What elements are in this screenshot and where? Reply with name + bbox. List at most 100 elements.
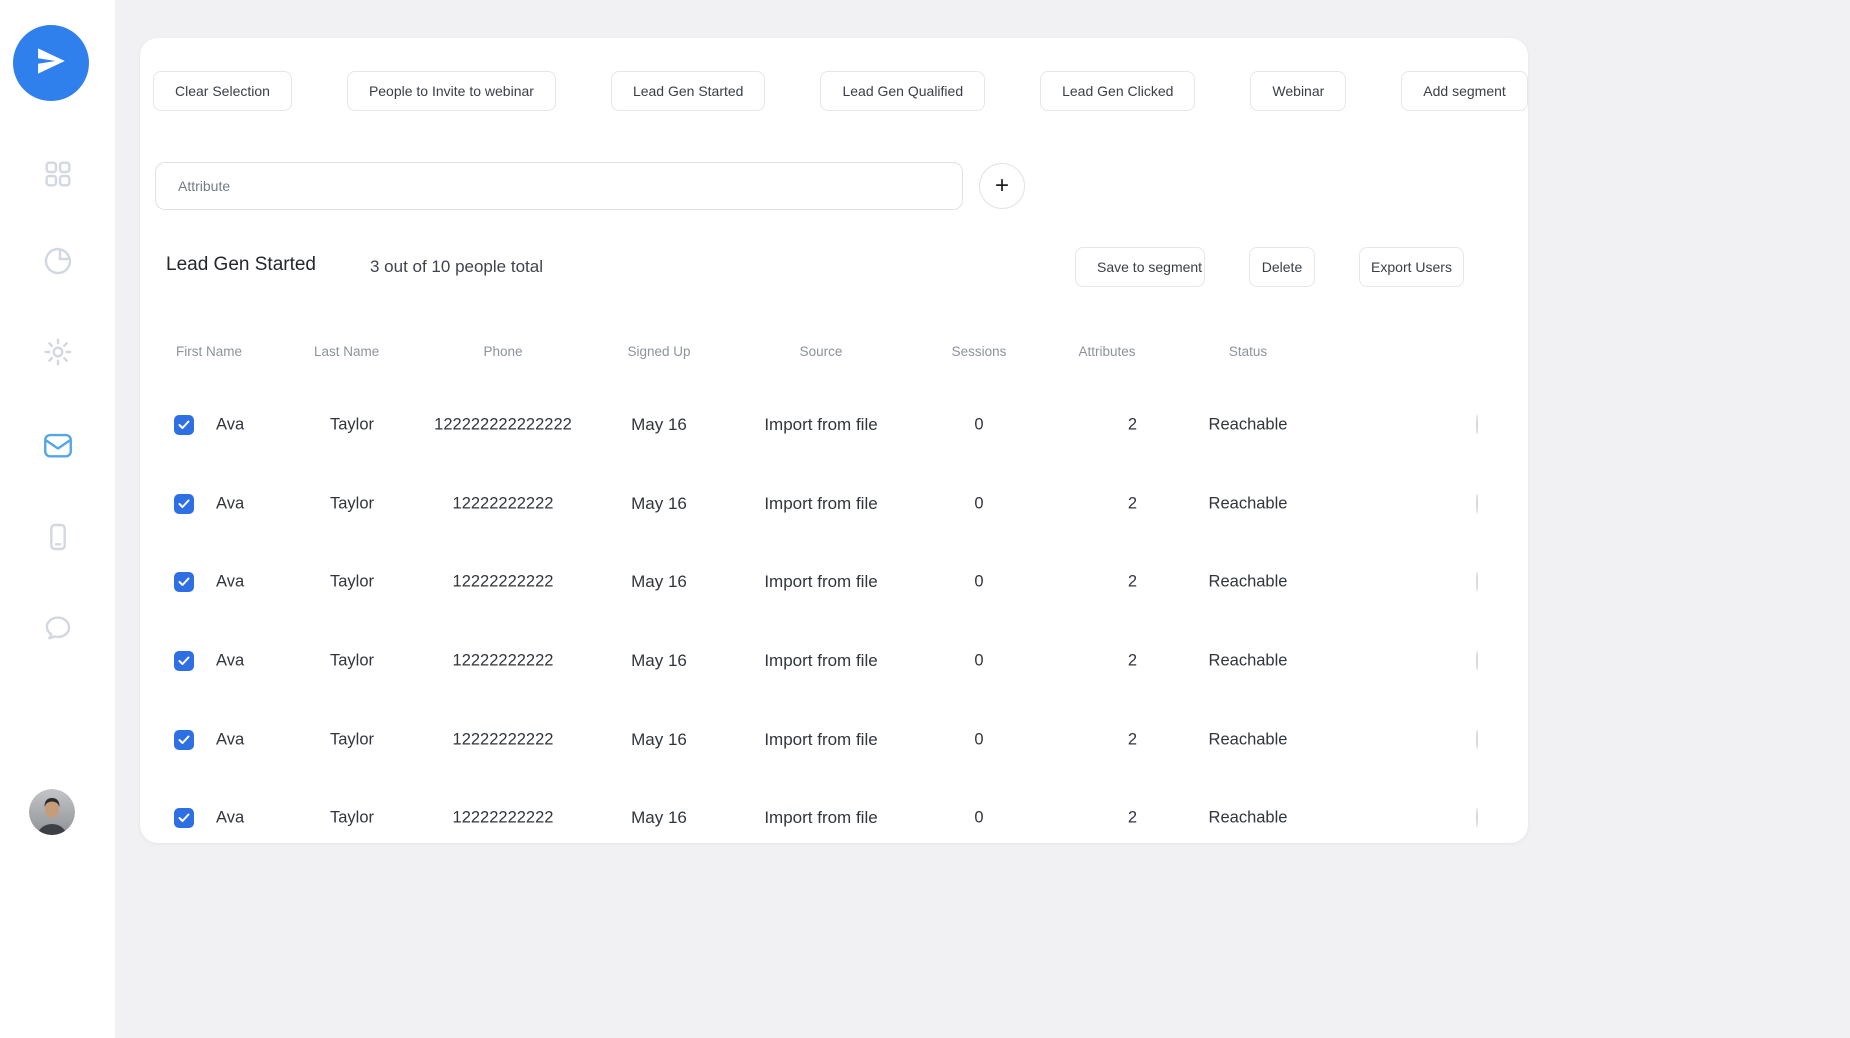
cell-last-name: Taylor [330,416,374,435]
column-header-sessions: Sessions [952,344,1007,359]
cell-status: Reachable [1209,416,1288,435]
add-filter-button[interactable]: + [979,163,1025,209]
column-header-status: Status [1229,344,1267,359]
sidebar-item-mobile[interactable] [40,521,76,557]
mail-icon [41,428,75,467]
row-checkbox[interactable] [174,494,194,514]
cell-first-name: Ava [216,416,244,435]
cell-attributes: 2 [1128,573,1137,592]
cell-first-name: Ava [216,730,244,749]
settings-gear-icon [42,336,74,373]
row-select-radio[interactable] [1476,415,1478,435]
segment-lead-gen-clicked-button[interactable]: Lead Gen Clicked [1040,71,1195,111]
cell-first-name: Ava [216,494,244,513]
delete-button[interactable]: Delete [1249,247,1315,287]
cell-sessions: 0 [974,809,983,828]
cell-signed-up: May 16 [631,808,687,828]
cell-last-name: Taylor [330,573,374,592]
cell-source: Import from file [764,494,877,514]
segment-people-to-invite-button[interactable]: People to Invite to webinar [347,71,556,111]
sidebar-item-messages-active[interactable] [40,429,76,465]
pie-chart-icon [42,245,74,282]
app-logo[interactable] [13,25,89,101]
row-select-radio[interactable] [1476,651,1478,671]
send-icon [33,43,69,84]
table-row: Ava Taylor 12222222222 May 16 Import fro… [140,543,1528,622]
cell-sessions: 0 [974,494,983,513]
cell-source: Import from file [764,572,877,592]
segment-lead-gen-qualified-button[interactable]: Lead Gen Qualified [820,71,985,111]
cell-attributes: 2 [1128,809,1137,828]
sidebar-item-settings[interactable] [40,336,76,372]
segment-webinar-button[interactable]: Webinar [1250,71,1346,111]
phone-icon [42,521,74,558]
cell-sessions: 0 [974,573,983,592]
column-header-signed-up: Signed Up [627,344,690,359]
cell-status: Reachable [1209,573,1288,592]
segment-lead-gen-started-button[interactable]: Lead Gen Started [611,71,766,111]
cell-phone: 12222222222 [453,494,554,513]
cell-first-name: Ava [216,652,244,671]
sidebar-item-chat[interactable] [40,612,76,648]
cell-signed-up: May 16 [631,730,687,750]
row-checkbox[interactable] [174,415,194,435]
user-avatar[interactable] [29,789,75,835]
row-select-radio[interactable] [1476,729,1478,749]
table-row: Ava Taylor 12222222222 May 16 Import fro… [140,465,1528,544]
table-body: Ava Taylor 122222222222222 May 16 Import… [140,386,1528,843]
row-checkbox[interactable] [174,808,194,828]
cell-phone: 12222222222 [453,573,554,592]
cell-first-name: Ava [216,573,244,592]
cell-signed-up: May 16 [631,494,687,514]
column-header-phone: Phone [483,344,522,359]
cell-source: Import from file [764,730,877,750]
column-header-attributes: Attributes [1078,344,1135,359]
cell-attributes: 2 [1128,494,1137,513]
row-select-radio[interactable] [1476,808,1478,828]
row-select-radio[interactable] [1476,572,1478,592]
table-row: Ava Taylor 12222222222 May 16 Import fro… [140,779,1528,843]
cell-sessions: 0 [974,416,983,435]
cell-last-name: Taylor [330,652,374,671]
sidebar-item-dashboard[interactable] [40,158,76,194]
cell-last-name: Taylor [330,730,374,749]
cell-signed-up: May 16 [631,651,687,671]
sidebar-item-analytics[interactable] [40,245,76,281]
cell-phone: 12222222222 [453,652,554,671]
clear-selection-button[interactable]: Clear Selection [153,71,292,111]
cell-status: Reachable [1209,730,1288,749]
cell-first-name: Ava [216,809,244,828]
cell-attributes: 2 [1128,416,1137,435]
row-checkbox[interactable] [174,651,194,671]
row-select-radio[interactable] [1476,493,1478,513]
main-panel: Clear Selection People to Invite to webi… [140,38,1528,843]
column-header-last-name: Last Name [314,344,379,359]
segment-button-row: Clear Selection People to Invite to webi… [153,71,1528,111]
row-checkbox[interactable] [174,730,194,750]
cell-source: Import from file [764,415,877,435]
sidebar [0,0,115,1038]
export-users-button[interactable]: Export Users [1359,247,1464,287]
cell-phone: 12222222222 [453,730,554,749]
people-count-summary: 3 out of 10 people total [370,257,543,277]
table-row: Ava Taylor 12222222222 May 16 Import fro… [140,700,1528,779]
cell-source: Import from file [764,808,877,828]
row-checkbox[interactable] [174,572,194,592]
cell-last-name: Taylor [330,809,374,828]
table-row: Ava Taylor 12222222222 May 16 Import fro… [140,622,1528,701]
cell-source: Import from file [764,651,877,671]
cell-attributes: 2 [1128,730,1137,749]
cell-last-name: Taylor [330,494,374,513]
cell-sessions: 0 [974,730,983,749]
cell-phone: 122222222222222 [434,416,572,435]
cell-signed-up: May 16 [631,415,687,435]
cell-sessions: 0 [974,652,983,671]
column-header-first-name: First Name [176,344,242,359]
attribute-filter-input[interactable] [155,162,963,210]
dashboard-grid-icon [42,158,74,195]
add-segment-button[interactable]: Add segment [1401,71,1528,111]
cell-signed-up: May 16 [631,572,687,592]
cell-attributes: 2 [1128,652,1137,671]
table-header: First Name Last Name Phone Signed Up Sou… [140,344,1528,364]
save-to-segment-button[interactable]: Save to segment [1075,247,1205,287]
